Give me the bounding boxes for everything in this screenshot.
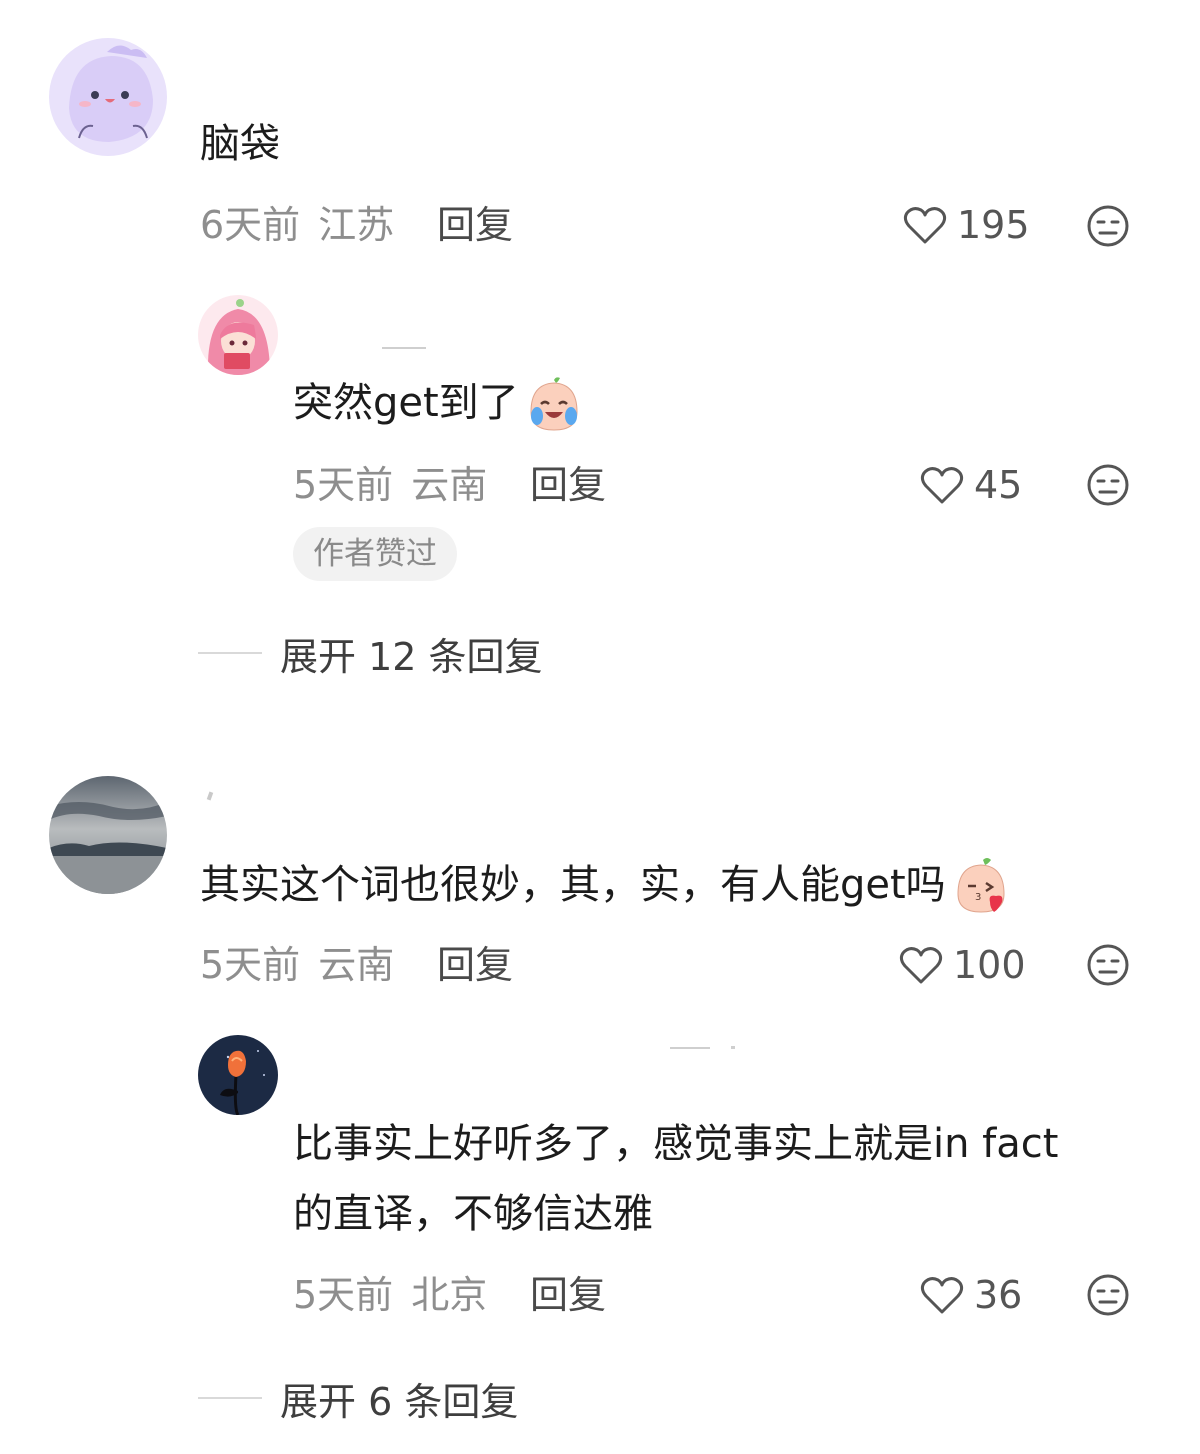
heart-icon	[920, 467, 964, 504]
username-mark	[670, 1047, 710, 1049]
reply-time: 5天前	[293, 463, 394, 507]
reply-button[interactable]: 回复	[437, 940, 513, 990]
author-liked-badge: 作者赞过	[293, 527, 457, 581]
like-count: 45	[974, 463, 1023, 507]
reply-location: 北京	[411, 1273, 488, 1317]
reply-location: 云南	[411, 463, 488, 507]
like-count: 36	[974, 1273, 1023, 1317]
comment-meta: 5天前 云南	[200, 940, 394, 990]
divider-line	[198, 652, 262, 654]
username-mark	[731, 1046, 735, 1049]
kissing-peach-emoji: 3	[957, 858, 1005, 913]
heart-icon	[899, 947, 943, 984]
crying-laughing-peach-emoji	[530, 377, 578, 431]
avatar[interactable]	[198, 295, 278, 375]
comment-text: 其实这个词也很妙，其，实，有人能get吗 3	[200, 850, 1012, 920]
comment-text: 脑袋	[200, 121, 280, 167]
divider-line	[198, 1397, 262, 1399]
heart-icon	[920, 1277, 964, 1314]
comment-text-content: 其实这个词也很妙，其，实，有人能get吗	[200, 862, 946, 908]
expand-replies-button[interactable]: 展开 6 条回复	[198, 1373, 519, 1424]
heart-icon	[903, 207, 947, 244]
reply-text-content: 突然get到了	[293, 380, 519, 426]
avatar[interactable]	[49, 776, 167, 894]
expand-replies-label: 展开 12 条回复	[280, 634, 543, 679]
like-button[interactable]: 36	[920, 1270, 1022, 1320]
reply-button[interactable]: 回复	[530, 1270, 606, 1320]
comment-location: 云南	[318, 943, 395, 987]
like-button[interactable]: 195	[903, 200, 1030, 250]
reply-button[interactable]: 回复	[437, 200, 513, 250]
like-button[interactable]: 45	[920, 460, 1022, 510]
reply-meta: 5天前 云南	[293, 460, 487, 510]
reply-text: 突然get到了	[293, 368, 585, 438]
reply-time: 5天前	[293, 1273, 394, 1317]
like-count: 195	[957, 203, 1030, 247]
expand-replies-button[interactable]: 展开 12 条回复	[198, 628, 543, 679]
like-count: 100	[953, 943, 1026, 987]
reply-button[interactable]: 回复	[530, 460, 606, 510]
dislike-face-icon[interactable]	[1086, 943, 1130, 987]
dislike-face-icon[interactable]	[1086, 463, 1130, 507]
dislike-face-icon[interactable]	[1086, 1273, 1130, 1317]
avatar[interactable]	[49, 38, 167, 156]
comment-location: 江苏	[318, 203, 395, 247]
svg-text:3: 3	[975, 892, 981, 903]
reply-text-line-2: 的直译，不够信达雅	[293, 1191, 653, 1237]
username-mark	[382, 347, 426, 349]
comment-meta: 6天前 江苏	[200, 200, 394, 250]
like-button[interactable]: 100	[899, 940, 1026, 990]
expand-replies-label: 展开 6 条回复	[280, 1379, 519, 1424]
avatar[interactable]	[198, 1035, 278, 1115]
comment-time: 5天前	[200, 943, 301, 987]
comment-time: 6天前	[200, 203, 301, 247]
reply-meta: 5天前 北京	[293, 1270, 487, 1320]
dislike-face-icon[interactable]	[1086, 204, 1130, 248]
username-mark	[206, 791, 214, 801]
reply-text-line-1: 比事实上好听多了，感觉事实上就是in fact	[293, 1121, 1059, 1167]
